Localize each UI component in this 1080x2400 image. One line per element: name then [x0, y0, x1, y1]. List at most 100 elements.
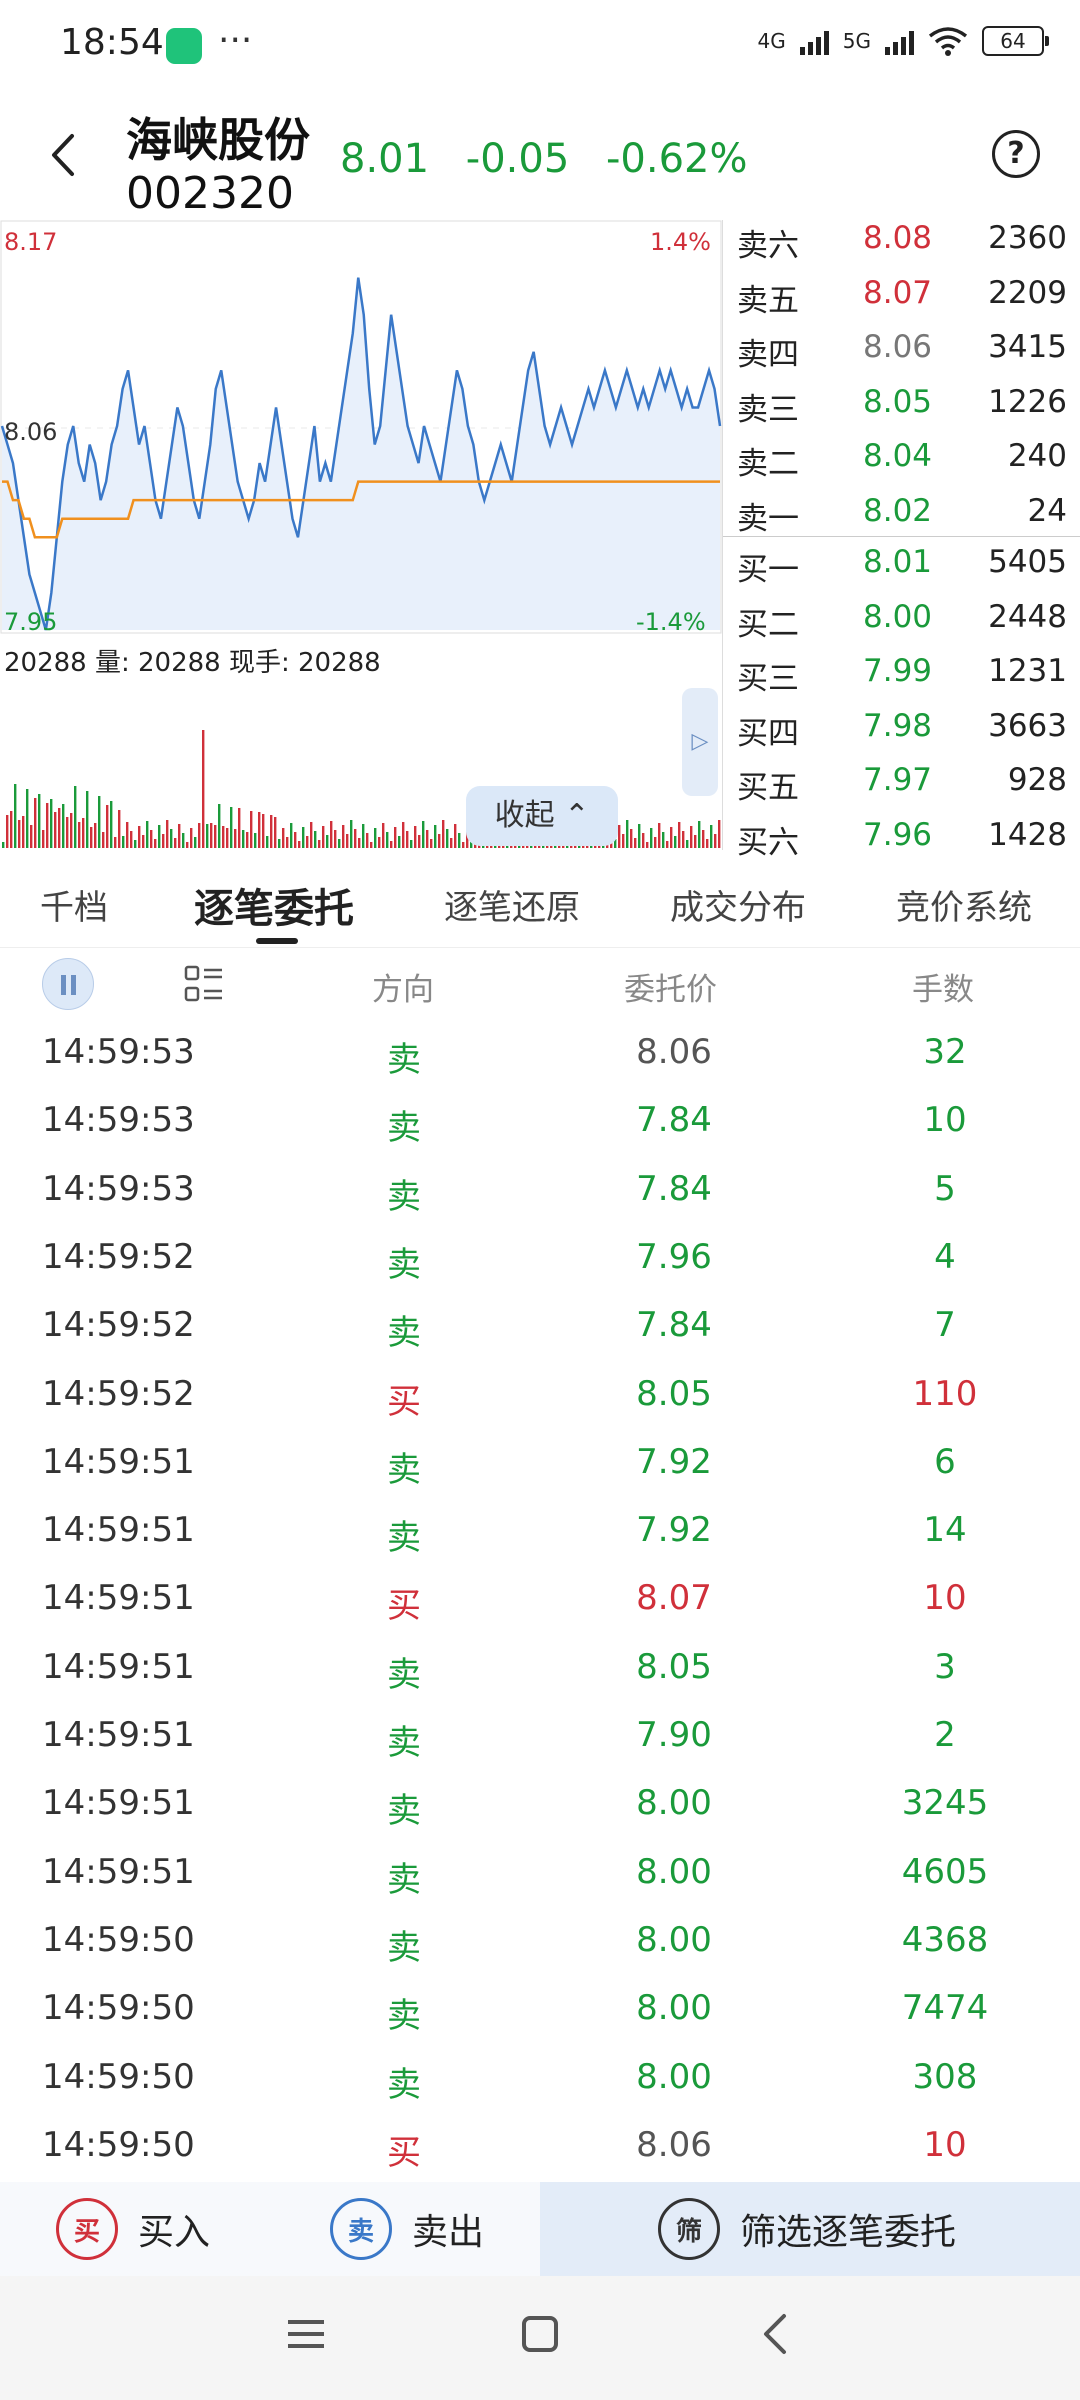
table-row[interactable]: 14:59:50 卖 8.00 7474 — [0, 1976, 1080, 2044]
menu-icon[interactable] — [286, 2314, 326, 2354]
row-direction: 卖 — [387, 1176, 421, 1217]
tab-trade-distribution[interactable]: 成交分布 — [670, 880, 806, 929]
ask-level[interactable]: 卖六 8.08 2360 — [723, 212, 1080, 266]
ask-level[interactable]: 卖四 8.06 3415 — [723, 321, 1080, 375]
filter-button[interactable]: 筛 筛选逐笔委托 — [540, 2182, 1080, 2276]
status-right: 4G 5G 64 — [758, 26, 1049, 56]
volume-bar — [146, 821, 149, 848]
volume-bar — [626, 820, 629, 848]
table-row[interactable]: 14:59:52 卖 7.96 4 — [0, 1225, 1080, 1293]
bid-level[interactable]: 买三 7.99 1231 — [723, 645, 1080, 699]
table-row[interactable]: 14:59:52 卖 7.84 7 — [0, 1293, 1080, 1361]
level-price: 8.05 — [863, 383, 933, 420]
volume-bar — [646, 842, 649, 848]
volume-bar — [686, 840, 689, 848]
row-qty: 10 — [923, 1100, 967, 1141]
list-view-icon[interactable] — [184, 964, 224, 1004]
tab-order-restore[interactable]: 逐笔还原 — [444, 880, 580, 929]
bid-level[interactable]: 买五 7.97 928 — [723, 754, 1080, 808]
row-direction: 卖 — [387, 1654, 421, 1695]
table-row[interactable]: 14:59:53 卖 7.84 5 — [0, 1157, 1080, 1225]
bid-level[interactable]: 买二 8.00 2448 — [723, 591, 1080, 645]
bid-level[interactable]: 买六 7.96 1428 — [723, 809, 1080, 863]
level-volume: 1231 — [988, 653, 1067, 689]
row-price: 8.07 — [636, 1578, 712, 1619]
volume-bar — [634, 838, 637, 848]
table-row[interactable]: 14:59:50 买 8.06 10 — [0, 2113, 1080, 2181]
row-price: 7.92 — [636, 1510, 712, 1551]
volume-bar — [462, 842, 465, 848]
volume-bar — [82, 818, 85, 848]
tab-order-by-order[interactable]: 逐笔委托 — [194, 876, 354, 934]
volume-bar — [126, 822, 129, 848]
row-qty: 2 — [934, 1715, 956, 1755]
sell-icon: 卖 — [330, 2198, 392, 2260]
current-price: 8.01 — [340, 136, 430, 182]
table-row[interactable]: 14:59:51 卖 7.90 2 — [0, 1703, 1080, 1771]
back-arrow-icon[interactable] — [44, 130, 84, 180]
ask-level[interactable]: 卖五 8.07 2209 — [723, 267, 1080, 321]
row-time: 14:59:52 — [42, 1373, 195, 1414]
volume-bar — [38, 794, 41, 848]
sell-button[interactable]: 卖 卖出 — [330, 2182, 484, 2276]
table-row[interactable]: 14:59:51 卖 8.05 3 — [0, 1635, 1080, 1703]
expand-side-handle[interactable]: ▷ — [682, 688, 718, 796]
volume-bar — [102, 832, 105, 848]
table-row[interactable]: 14:59:53 卖 8.06 32 — [0, 1020, 1080, 1088]
row-price: 7.84 — [636, 1168, 712, 1209]
ask-level[interactable]: 卖三 8.05 1226 — [723, 376, 1080, 430]
volume-bar — [90, 827, 93, 848]
table-row[interactable]: 14:59:51 卖 7.92 14 — [0, 1498, 1080, 1566]
volume-info: 20288 量: 20288 现手: 20288 — [4, 648, 381, 678]
tab-qiandang[interactable]: 千档 — [40, 880, 108, 929]
home-icon[interactable] — [520, 2314, 560, 2354]
table-row[interactable]: 14:59:53 卖 7.84 10 — [0, 1088, 1080, 1156]
volume-bar — [414, 826, 417, 848]
table-row[interactable]: 14:59:51 卖 8.00 3245 — [0, 1771, 1080, 1839]
volume-bar — [694, 835, 697, 848]
level-price: 7.96 — [863, 816, 933, 853]
level-label: 买三 — [737, 661, 799, 697]
volume-bar — [174, 838, 177, 848]
volume-bar — [294, 832, 297, 848]
buy-button[interactable]: 买 买入 — [56, 2182, 210, 2276]
volume-bar — [34, 798, 37, 848]
volume-bar — [682, 831, 685, 848]
row-direction: 买 — [387, 1381, 421, 1422]
row-qty: 4368 — [901, 1919, 989, 1960]
stock-quote: 8.01 -0.05 -0.62% — [340, 136, 772, 182]
volume-bar — [418, 835, 421, 848]
volume-bar — [398, 836, 401, 848]
volume-bar — [206, 824, 209, 848]
intraday-chart[interactable]: 8.17 8.06 7.95 1.4% -1.4% 20288 量: 20288… — [0, 220, 722, 850]
table-row[interactable]: 14:59:51 买 8.07 10 — [0, 1566, 1080, 1634]
order-book: 卖六 8.08 2360 卖五 8.07 2209 卖四 8.06 3415 卖三 8.05 1226… — [722, 220, 1080, 861]
volume-bar — [642, 833, 645, 848]
bid-level[interactable]: 买一 8.01 5405 — [723, 536, 1080, 590]
help-icon[interactable]: ? — [992, 130, 1040, 178]
volume-bar — [14, 784, 17, 848]
ask-level[interactable]: 卖一 8.02 24 — [723, 485, 1080, 539]
table-row[interactable]: 14:59:51 卖 8.00 4605 — [0, 1840, 1080, 1908]
volume-bar — [138, 826, 141, 848]
pause-icon[interactable] — [42, 958, 94, 1010]
back-nav-icon[interactable] — [756, 2312, 796, 2356]
table-row[interactable]: 14:59:50 卖 8.00 308 — [0, 2045, 1080, 2113]
collapse-button[interactable]: 收起 ⌃ — [466, 786, 618, 846]
bid-level[interactable]: 买四 7.98 3663 — [723, 700, 1080, 754]
table-row[interactable]: 14:59:51 卖 7.92 6 — [0, 1430, 1080, 1498]
tab-auction-system[interactable]: 竞价系统 — [896, 880, 1032, 929]
level-volume: 240 — [1007, 438, 1067, 474]
row-direction: 卖 — [387, 1791, 421, 1832]
row-price: 7.84 — [636, 1305, 712, 1346]
price-chart — [0, 220, 722, 848]
volume-bar — [274, 817, 277, 848]
row-price: 8.06 — [636, 2124, 712, 2165]
table-row[interactable]: 14:59:50 卖 8.00 4368 — [0, 1908, 1080, 1976]
row-time: 14:59:51 — [42, 1646, 195, 1687]
ask-level[interactable]: 卖二 8.04 240 — [723, 430, 1080, 484]
table-row[interactable]: 14:59:52 买 8.05 110 — [0, 1362, 1080, 1430]
volume-bar — [62, 804, 65, 848]
row-qty: 4605 — [901, 1851, 989, 1892]
bottom-toolbar: 买 买入 卖 卖出 筛 筛选逐笔委托 — [0, 2182, 1080, 2276]
